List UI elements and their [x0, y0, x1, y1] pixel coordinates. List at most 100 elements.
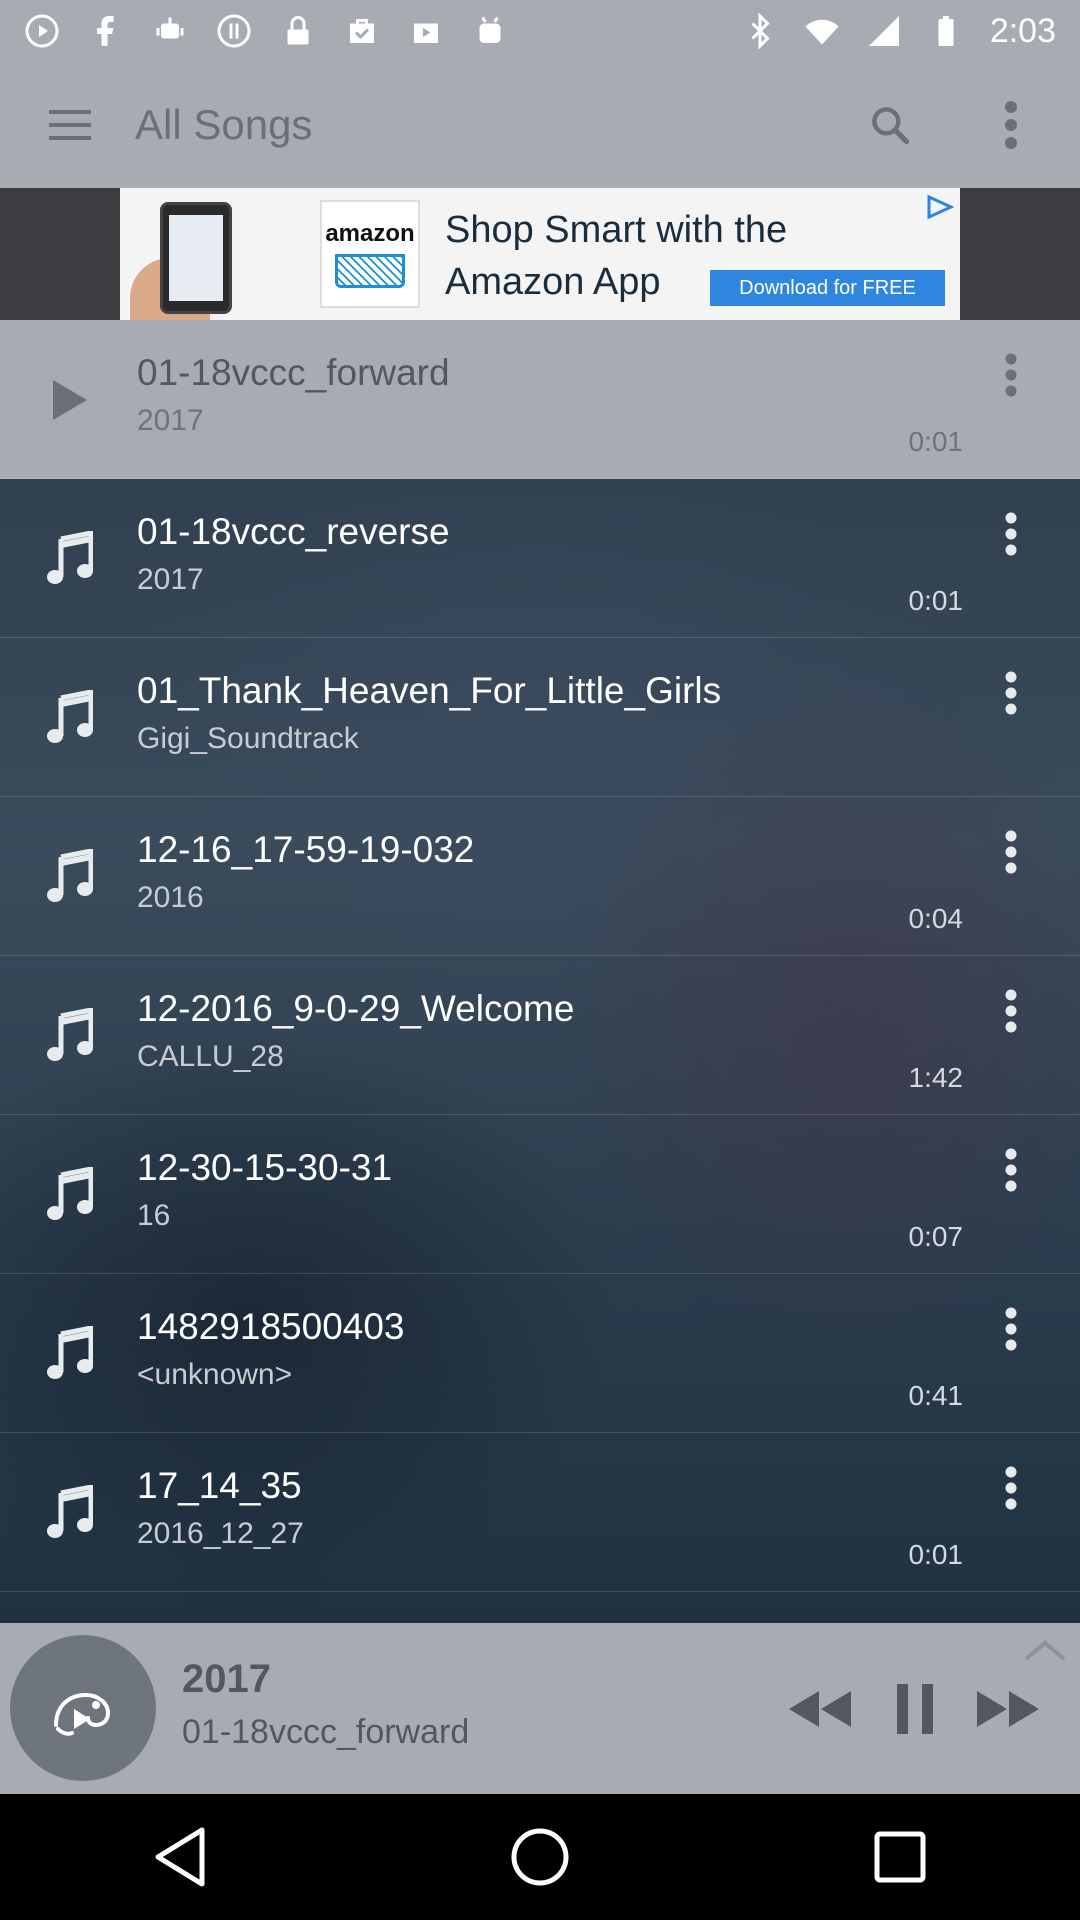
adchoices-icon[interactable]	[926, 194, 954, 220]
now-playing-title: 2017	[182, 1657, 271, 1701]
now-playing-art[interactable]	[10, 1635, 156, 1781]
recents-square-icon	[874, 1831, 926, 1883]
more-vert-icon	[1005, 1307, 1017, 1351]
song-subtitle: 2017	[137, 563, 204, 596]
song-list[interactable]: 01-18vccc_forward 2017 0:01 01-18vccc_rever…	[0, 320, 1080, 1623]
song-title: 01-18vccc_forward	[137, 352, 450, 393]
now-playing-bar[interactable]: 2017 01-18vccc_forward	[0, 1623, 1080, 1794]
signal-icon	[866, 13, 902, 49]
status-system-icons: 2:03	[742, 12, 1056, 51]
rewind-button[interactable]	[785, 1679, 855, 1739]
bluetooth-icon	[742, 13, 778, 49]
status-time: 2:03	[989, 11, 1056, 50]
hamburger-icon	[49, 110, 91, 140]
song-more-button[interactable]	[985, 1459, 1037, 1517]
page-title: All Songs	[135, 101, 313, 148]
play-box-icon	[408, 13, 444, 49]
song-row[interactable]: 17_14_35 2016_12_27 0:01	[0, 1433, 1080, 1592]
song-row[interactable]: 1482918500403 <unknown> 0:41	[0, 1274, 1080, 1433]
more-vert-icon	[1005, 353, 1017, 397]
song-subtitle: <unknown>	[137, 1358, 293, 1391]
ad-phone-image	[160, 202, 232, 314]
song-title: 01-18vccc_reverse	[137, 511, 450, 552]
app-bar: All Songs	[0, 62, 1080, 188]
song-row[interactable]: 12-30-15-30-31 16 0:07	[0, 1115, 1080, 1274]
song-subtitle: 2016_12_27	[137, 1517, 304, 1550]
music-note-icon	[40, 688, 100, 748]
song-duration: 1:42	[908, 1062, 964, 1093]
song-duration: 0:01	[908, 1539, 964, 1570]
android-icon	[472, 13, 508, 49]
chameleon-logo-icon	[54, 1692, 111, 1736]
nav-back-button[interactable]	[140, 1817, 220, 1897]
song-duration: 0:01	[908, 426, 964, 457]
song-more-button[interactable]	[985, 664, 1037, 722]
status-bar: 2:03	[0, 0, 1080, 62]
pause-button[interactable]	[880, 1679, 950, 1739]
song-more-button[interactable]	[985, 823, 1037, 881]
pause-circle-icon	[216, 13, 252, 49]
ad-banner-container: amazon Shop Smart with the Amazon App Do…	[0, 188, 1080, 320]
fast-forward-button[interactable]	[973, 1679, 1043, 1739]
song-row[interactable]: 12-16_17-59-19-032 2016 0:04	[0, 797, 1080, 956]
ad-download-button[interactable]: Download for FREE	[710, 270, 945, 306]
song-more-button[interactable]	[985, 505, 1037, 563]
more-vert-icon	[1005, 1466, 1017, 1510]
song-subtitle: Gigi_Soundtrack	[137, 722, 359, 755]
system-nav-bar	[0, 1794, 1080, 1920]
search-button[interactable]	[855, 90, 925, 160]
more-vert-icon	[1005, 671, 1017, 715]
wifi-icon	[804, 13, 840, 49]
overflow-menu-button[interactable]	[976, 90, 1046, 160]
song-more-button[interactable]	[985, 1300, 1037, 1358]
song-row[interactable]: 01-18vccc_reverse 2017 0:01	[0, 479, 1080, 638]
ad-amazon-logo: amazon	[320, 200, 420, 308]
music-note-icon	[40, 1006, 100, 1066]
music-note-icon	[40, 1165, 100, 1225]
song-subtitle: CALLU_28	[137, 1040, 284, 1073]
song-duration: 0:04	[908, 903, 964, 934]
robot-icon	[152, 13, 188, 49]
check-bag-icon	[344, 13, 380, 49]
menu-button[interactable]	[35, 90, 105, 160]
lock-icon	[280, 13, 316, 49]
song-title: 12-30-15-30-31	[137, 1147, 393, 1188]
song-more-button[interactable]	[985, 346, 1037, 404]
nav-recents-button[interactable]	[860, 1817, 940, 1897]
more-vert-icon	[1005, 989, 1017, 1033]
music-note-icon	[40, 1483, 100, 1543]
song-subtitle: 16	[137, 1199, 171, 1232]
song-row[interactable]: 01-18vccc_forward 2017 0:01	[0, 320, 1080, 479]
back-triangle-icon	[155, 1827, 205, 1887]
song-duration: 0:01	[908, 585, 964, 616]
song-subtitle: 2016	[137, 881, 204, 914]
facebook-icon	[88, 13, 124, 49]
song-row[interactable]: 12-2016_9-0-29_Welcome CALLU_28 1:42	[0, 956, 1080, 1115]
pause-icon	[897, 1684, 933, 1734]
song-duration: 0:07	[908, 1221, 964, 1252]
song-row[interactable]: 01_Thank_Heaven_For_Little_Girls Gigi_Sou…	[0, 638, 1080, 797]
ad-banner[interactable]: amazon Shop Smart with the Amazon App Do…	[120, 188, 960, 320]
more-vert-icon	[1005, 512, 1017, 556]
song-more-button[interactable]	[985, 1141, 1037, 1199]
now-playing-subtitle: 01-18vccc_forward	[182, 1713, 470, 1751]
home-circle-icon	[511, 1828, 569, 1886]
music-note-icon	[40, 1324, 100, 1384]
battery-icon	[928, 13, 964, 49]
song-title: 17_14_35	[137, 1465, 302, 1506]
song-title: 12-16_17-59-19-032	[137, 829, 475, 870]
song-title: 01_Thank_Heaven_For_Little_Girls	[137, 670, 722, 711]
search-icon	[872, 107, 910, 145]
rewind-icon	[789, 1691, 851, 1727]
song-more-button[interactable]	[985, 982, 1037, 1040]
nav-home-button[interactable]	[500, 1817, 580, 1897]
song-title: 1482918500403	[137, 1306, 405, 1347]
song-title: 12-2016_9-0-29_Welcome	[137, 988, 575, 1029]
song-duration: 0:41	[908, 1380, 964, 1411]
fast-forward-icon	[977, 1691, 1039, 1727]
more-vert-icon	[1005, 1148, 1017, 1192]
play-indicator-icon	[40, 370, 100, 430]
expand-up-icon[interactable]	[1020, 1635, 1070, 1665]
play-circle-icon	[24, 13, 60, 49]
song-subtitle: 2017	[137, 404, 204, 437]
